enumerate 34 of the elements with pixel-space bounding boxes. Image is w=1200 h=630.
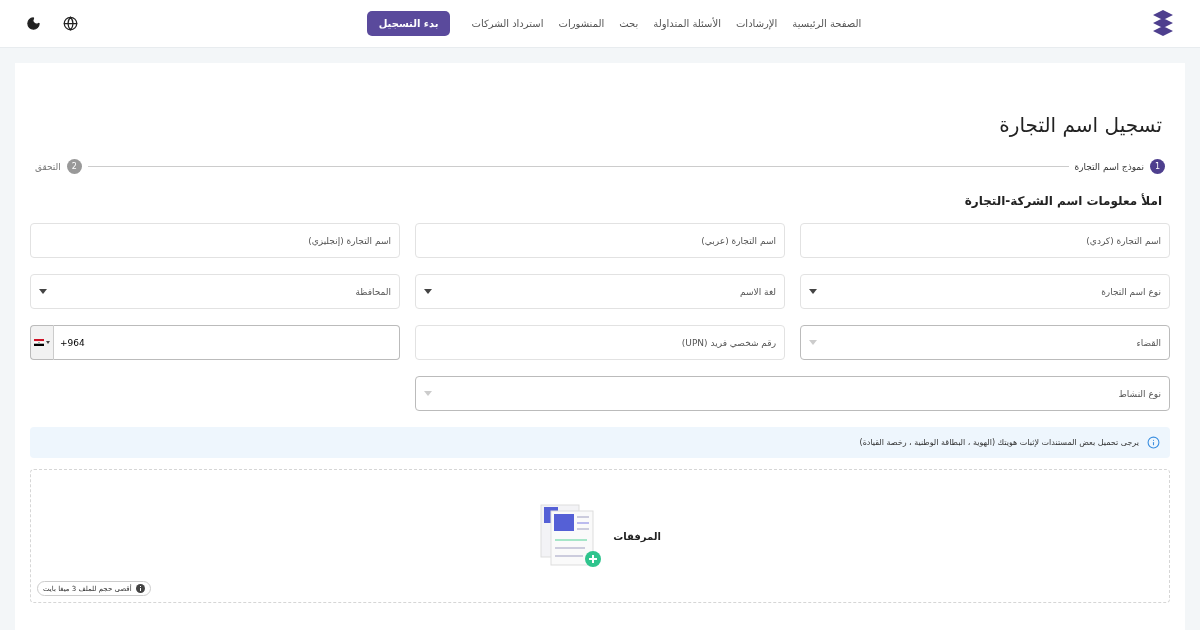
- step-label: التحقق: [35, 161, 61, 172]
- caret-icon: [809, 340, 817, 345]
- nav-link[interactable]: الأسئلة المتداولة: [653, 18, 721, 29]
- select-field[interactable]: لغة الاسم: [415, 274, 785, 309]
- caret-icon: [809, 289, 817, 294]
- documents-icon: [539, 503, 604, 569]
- nav-link[interactable]: المنشورات: [558, 18, 605, 29]
- flag-icon[interactable]: [30, 325, 54, 360]
- step-number: 1: [1150, 159, 1165, 174]
- phone-input[interactable]: +964: [54, 325, 400, 360]
- start-registration-button[interactable]: بدء التسجيل: [366, 11, 451, 36]
- nav-link[interactable]: بحث: [619, 18, 639, 29]
- caret-icon: [424, 289, 432, 294]
- nav-link[interactable]: الإرشادات: [735, 18, 778, 29]
- globe-icon[interactable]: [63, 16, 78, 31]
- caret-icon: [39, 289, 47, 294]
- info-icon: [1147, 436, 1160, 449]
- text-field[interactable]: اسم التجارة (إنجليزي): [30, 223, 400, 258]
- select-field[interactable]: نوع اسم التجارة: [800, 274, 1170, 309]
- nav-link[interactable]: استرداد الشركات: [471, 18, 544, 29]
- upload-label: المرفقات: [613, 530, 661, 542]
- info-icon: [135, 584, 145, 593]
- text-field[interactable]: رقم شخصي فريد (UPN): [415, 325, 785, 360]
- text-field[interactable]: اسم التجارة (عربي): [415, 223, 785, 258]
- caret-icon: [424, 391, 432, 396]
- text-field[interactable]: اسم التجارة (كردي): [800, 223, 1170, 258]
- notice-text: يرجى تحميل بعض المستندات لإثبات هويتك (الهوية ، البطاقة الوطنية ، رخصة القيادة): [859, 438, 1139, 447]
- step-label: نموذج اسم التجارة: [1074, 161, 1144, 172]
- section-title: املأ معلومات اسم الشركة-التجارة: [963, 194, 1162, 208]
- moon-icon[interactable]: [26, 16, 41, 31]
- step-number: 2: [66, 159, 82, 174]
- nav-link[interactable]: الصفحة الرئيسية: [792, 18, 862, 29]
- page-title: تسجيل اسم التجارة: [998, 113, 1162, 137]
- select-field[interactable]: المحافظة: [30, 274, 400, 309]
